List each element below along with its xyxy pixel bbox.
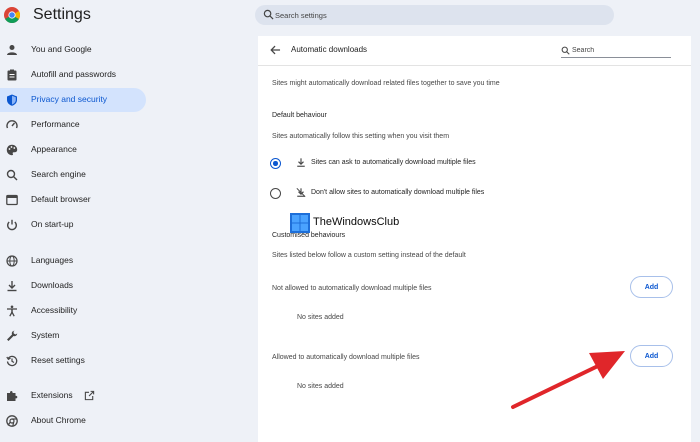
page-title: Automatic downloads bbox=[291, 45, 368, 54]
clipboard-icon bbox=[7, 69, 17, 81]
sidebar-item-downloads[interactable]: Downloads bbox=[0, 274, 146, 298]
sidebar-item-you-and-google[interactable]: You and Google bbox=[0, 38, 146, 62]
sidebar-item-label: Privacy and security bbox=[31, 94, 108, 104]
sidebar-item-system[interactable]: System bbox=[0, 324, 146, 348]
search-icon bbox=[6, 169, 18, 181]
search-icon bbox=[561, 46, 570, 55]
sidebar-item-label: You and Google bbox=[31, 44, 92, 54]
palette-icon bbox=[6, 144, 18, 156]
sidebar-item-default-browser[interactable]: Default browser bbox=[0, 188, 146, 212]
panel-search-input[interactable] bbox=[572, 44, 667, 56]
chrome-icon bbox=[6, 415, 18, 427]
add-allowed-site-button[interactable]: Add bbox=[630, 345, 673, 367]
sidebar-item-on-startup[interactable]: On start-up bbox=[0, 213, 146, 237]
external-link-icon[interactable] bbox=[84, 390, 95, 401]
sidebar-item-extensions[interactable]: Extensions bbox=[0, 384, 146, 408]
back-arrow-icon[interactable] bbox=[270, 45, 281, 55]
option-block-label[interactable]: Don't allow sites to automatically downl… bbox=[311, 189, 484, 196]
sidebar-item-languages[interactable]: Languages bbox=[0, 249, 146, 273]
puzzle-icon bbox=[7, 391, 18, 401]
sidebar-item-label: Accessibility bbox=[31, 305, 78, 315]
sidebar-item-label: Performance bbox=[31, 119, 80, 129]
sidebar-item-label: Autofill and passwords bbox=[31, 69, 117, 79]
sidebar-item-label: Downloads bbox=[31, 280, 74, 290]
sidebar-item-label: Appearance bbox=[31, 144, 77, 154]
sidebar-item-search-engine[interactable]: Search engine bbox=[0, 163, 146, 187]
power-icon bbox=[7, 219, 17, 231]
default-behaviour-subtitle: Sites automatically follow this setting … bbox=[272, 133, 450, 140]
scrollbar[interactable] bbox=[692, 36, 700, 442]
sidebar-item-privacy-security[interactable]: Privacy and security bbox=[0, 88, 146, 112]
not-allowed-empty-text: No sites added bbox=[297, 314, 344, 321]
radio-allow-multiple-downloads[interactable] bbox=[270, 158, 281, 169]
sidebar-item-accessibility[interactable]: Accessibility bbox=[0, 299, 146, 323]
sidebar-item-label: About Chrome bbox=[31, 415, 86, 425]
gauge-icon bbox=[6, 120, 18, 129]
sidebar-item-about-chrome[interactable]: About Chrome bbox=[0, 409, 146, 433]
top-header: Settings bbox=[0, 0, 700, 32]
sidebar-item-label: Languages bbox=[31, 255, 74, 265]
download-icon bbox=[7, 281, 17, 292]
search-icon bbox=[263, 9, 274, 20]
watermark-text: TheWindowsClub bbox=[313, 216, 400, 228]
shield-icon bbox=[7, 94, 17, 106]
browser-icon bbox=[6, 194, 18, 206]
option-allow-label[interactable]: Sites can ask to automatically download … bbox=[311, 159, 476, 166]
sidebar-item-label: Default browser bbox=[31, 194, 91, 204]
allowed-section-label: Allowed to automatically download multip… bbox=[272, 354, 420, 361]
sidebar-item-label: Extensions bbox=[31, 390, 73, 400]
settings-search-input[interactable] bbox=[275, 5, 605, 25]
not-allowed-section-label: Not allowed to automatically download mu… bbox=[272, 285, 432, 292]
radio-block-multiple-downloads[interactable] bbox=[270, 188, 281, 199]
history-icon bbox=[6, 355, 18, 367]
panel-description: Sites might automatically download relat… bbox=[272, 80, 500, 87]
sidebar-item-label: On start-up bbox=[31, 219, 74, 229]
add-not-allowed-site-button[interactable]: Add bbox=[630, 276, 673, 298]
sidebar-item-appearance[interactable]: Appearance bbox=[0, 138, 146, 162]
watermark: TheWindowsClub bbox=[290, 212, 430, 234]
windows-club-logo-icon bbox=[290, 213, 310, 233]
wrench-icon bbox=[7, 330, 18, 341]
sidebar-item-performance[interactable]: Performance bbox=[0, 113, 146, 137]
allowed-empty-text: No sites added bbox=[297, 383, 344, 390]
chrome-logo-icon bbox=[4, 7, 20, 23]
annotation-arrow-icon bbox=[511, 351, 625, 409]
sidebar-item-label: System bbox=[31, 330, 60, 340]
sidebar-item-autofill[interactable]: Autofill and passwords bbox=[0, 63, 146, 87]
header-divider bbox=[258, 65, 691, 66]
accessibility-icon bbox=[7, 305, 17, 317]
sidebar-item-label: Search engine bbox=[31, 169, 86, 179]
person-icon bbox=[7, 45, 17, 55]
panel-search-field[interactable] bbox=[561, 44, 671, 58]
default-behaviour-heading: Default behaviour bbox=[272, 112, 327, 119]
settings-search-bar[interactable] bbox=[255, 5, 614, 25]
globe-icon bbox=[6, 255, 18, 267]
sidebar-item-label: Reset settings bbox=[31, 355, 85, 365]
panel-header: Automatic downloads bbox=[258, 36, 691, 64]
customised-behaviours-subtitle: Sites listed below follow a custom setti… bbox=[272, 252, 466, 259]
download-icon bbox=[297, 158, 305, 167]
app-title: Settings bbox=[33, 6, 91, 23]
download-off-icon bbox=[296, 187, 306, 198]
sidebar-item-reset-settings[interactable]: Reset settings bbox=[0, 349, 146, 373]
